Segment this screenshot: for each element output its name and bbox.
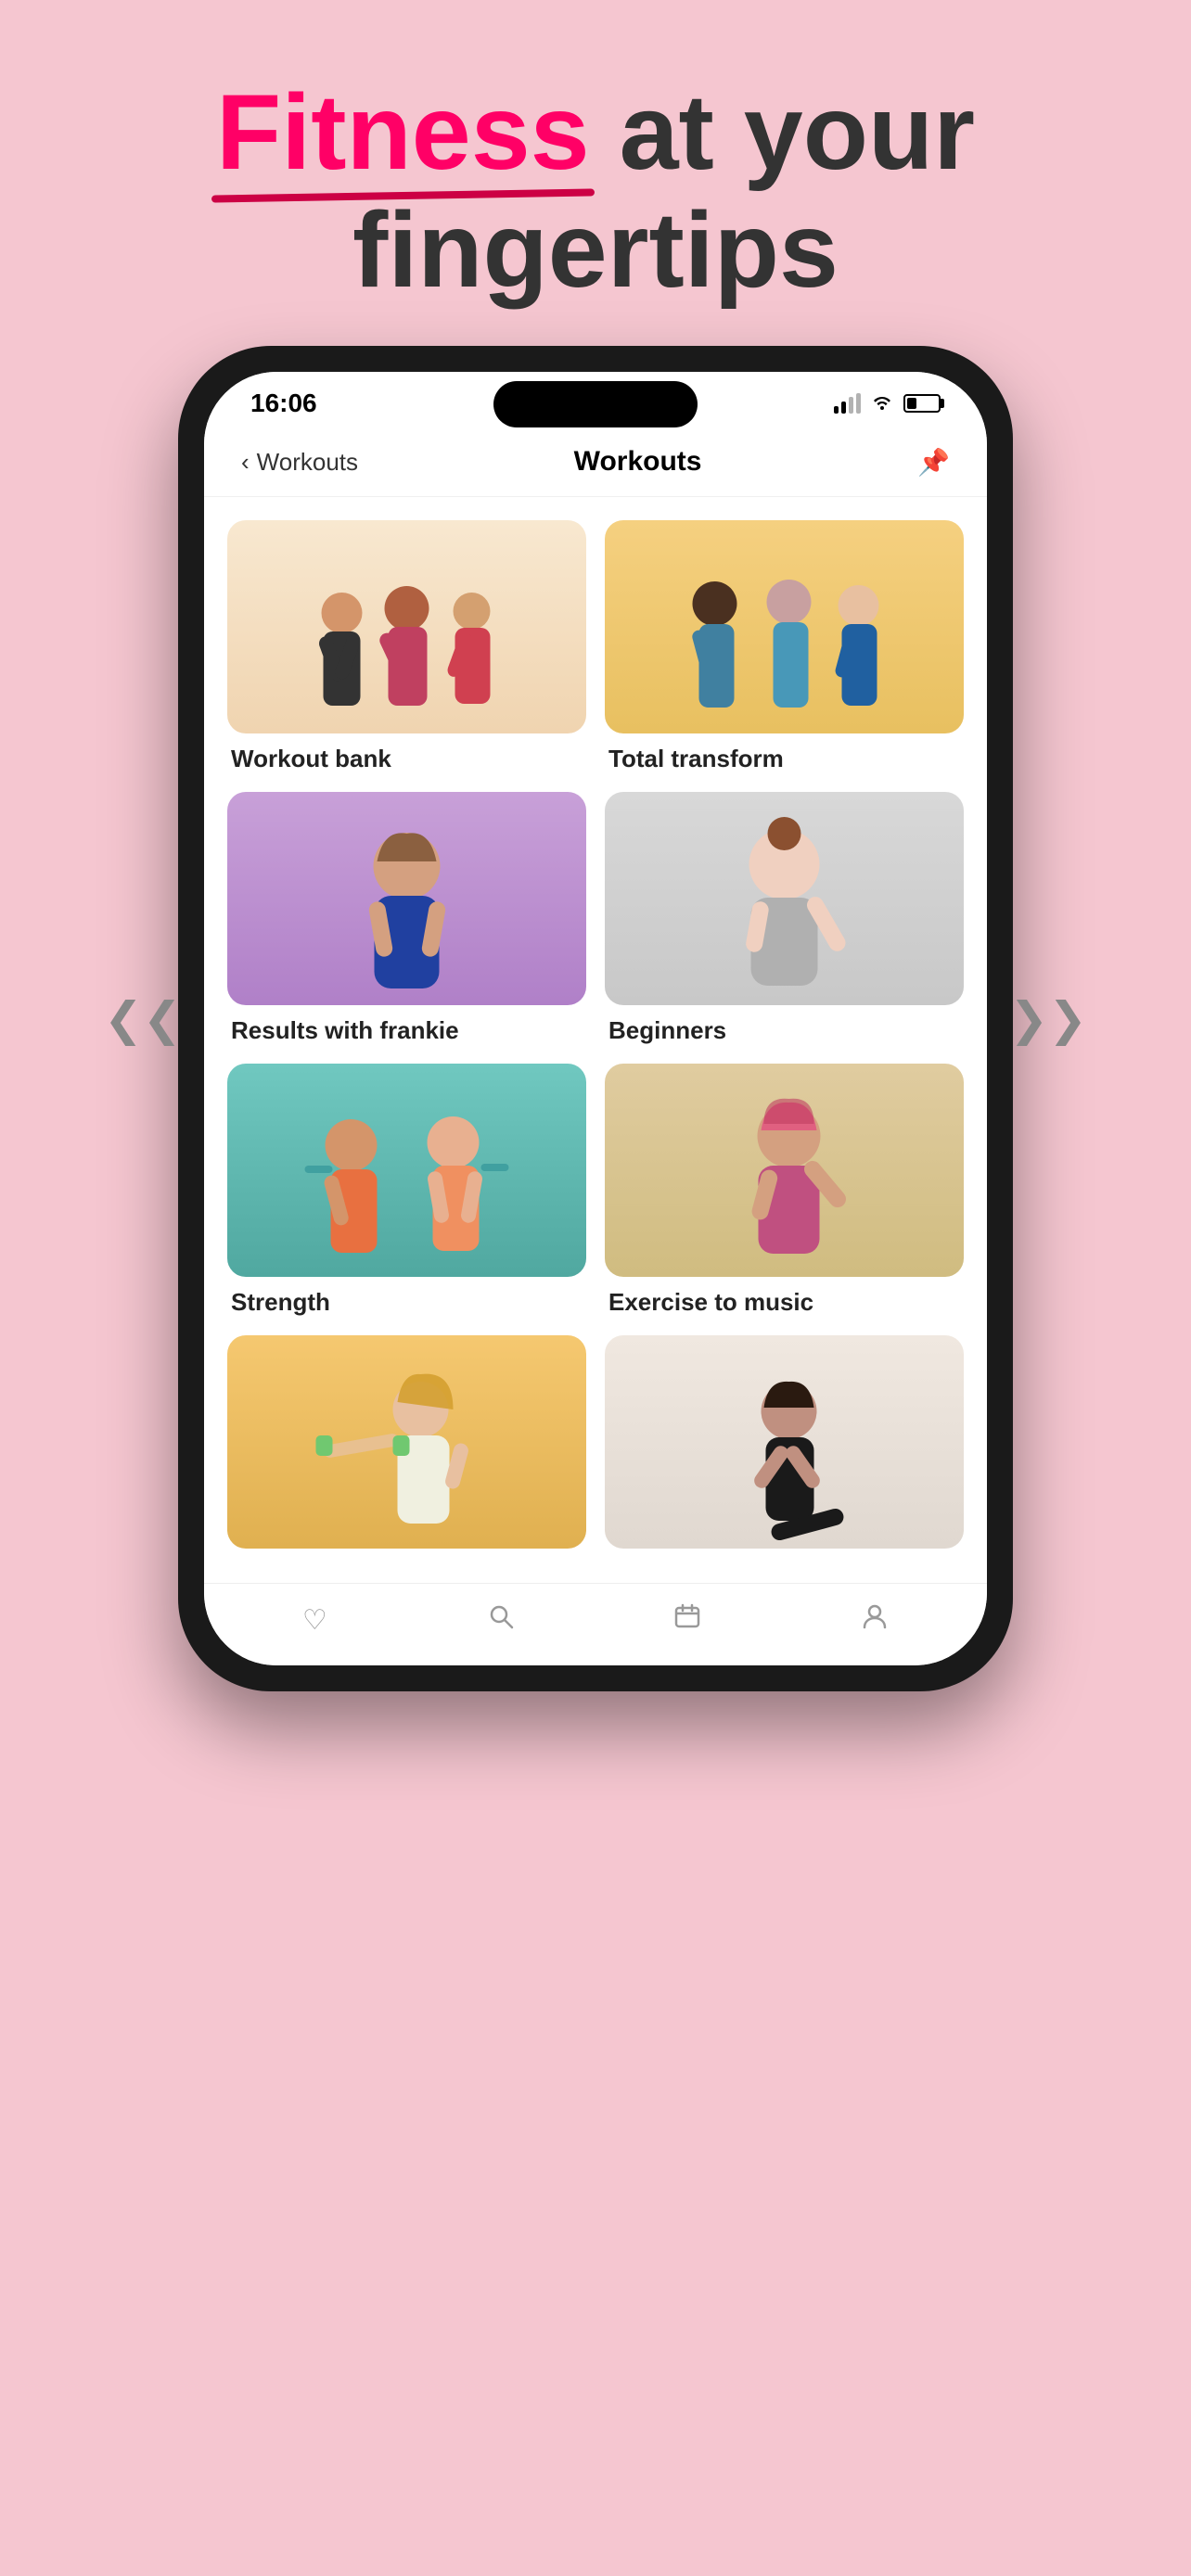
workout-card-2[interactable]: Total transform xyxy=(605,520,964,773)
hero-plain-text: at your xyxy=(620,73,975,192)
profile-icon xyxy=(861,1602,889,1638)
workout-label-1: Workout bank xyxy=(227,745,586,773)
workout-label-2: Total transform xyxy=(605,745,964,773)
back-button[interactable]: ‹ Workouts xyxy=(241,448,358,477)
bottom-nav-search[interactable] xyxy=(487,1602,515,1638)
workout-image-4 xyxy=(605,792,964,1005)
workout-label-5: Strength xyxy=(227,1288,586,1317)
arrow-right-icon[interactable]: ❯❯ xyxy=(1009,992,1087,1046)
hero-accent-word: Fitness xyxy=(216,74,590,192)
chevron-left-icon: ‹ xyxy=(241,448,250,477)
workout-label-6: Exercise to music xyxy=(605,1288,964,1317)
calendar-icon xyxy=(673,1602,701,1638)
workout-image-7 xyxy=(227,1335,586,1549)
bottom-nav-profile[interactable] xyxy=(861,1602,889,1638)
workout-image-5 xyxy=(227,1064,586,1277)
status-bar: 16:06 xyxy=(204,372,987,427)
workout-card-6[interactable]: Exercise to music xyxy=(605,1064,964,1317)
workout-image-1 xyxy=(227,520,586,733)
hero-line1: Fitness at your xyxy=(56,74,1135,192)
phone-frame: 16:06 xyxy=(178,346,1013,1691)
status-time: 16:06 xyxy=(250,389,317,418)
home-heart-icon: ♡ xyxy=(302,1604,327,1637)
app-nav-bar: ‹ Workouts Workouts 📌 xyxy=(204,427,987,497)
status-icons xyxy=(834,391,941,415)
workout-grid: Workout bank xyxy=(204,497,987,1583)
signal-icon xyxy=(834,393,861,414)
workout-label-4: Beginners xyxy=(605,1016,964,1045)
workout-image-6 xyxy=(605,1064,964,1277)
nav-title: Workouts xyxy=(574,446,702,478)
bottom-nav-calendar[interactable] xyxy=(673,1602,701,1638)
arrow-left-icon[interactable]: ❮❮ xyxy=(104,992,182,1046)
pin-icon[interactable]: 📌 xyxy=(917,447,950,478)
hero-line2: fingertips xyxy=(56,192,1135,310)
bottom-nav: ♡ xyxy=(204,1583,987,1665)
workout-image-3 xyxy=(227,792,586,1005)
battery-icon xyxy=(903,394,941,413)
wifi-icon xyxy=(872,391,892,415)
bottom-nav-home[interactable]: ♡ xyxy=(302,1604,327,1637)
workout-card-5[interactable]: Strength xyxy=(227,1064,586,1317)
workout-image-8 xyxy=(605,1335,964,1549)
hero-section: Fitness at your fingertips xyxy=(0,0,1191,346)
phone-wrapper: ❮❮ ❯❯ 16:06 xyxy=(178,346,1013,1691)
search-icon xyxy=(487,1602,515,1638)
workout-card-1[interactable]: Workout bank xyxy=(227,520,586,773)
back-label: Workouts xyxy=(257,448,358,477)
phone-notch xyxy=(493,381,698,427)
workout-label-3: Results with frankie xyxy=(227,1016,586,1045)
workout-card-8[interactable] xyxy=(605,1335,964,1560)
workout-card-4[interactable]: Beginners xyxy=(605,792,964,1045)
workout-card-7[interactable] xyxy=(227,1335,586,1560)
workout-card-3[interactable]: Results with frankie xyxy=(227,792,586,1045)
phone-screen: 16:06 xyxy=(204,372,987,1665)
workout-image-2 xyxy=(605,520,964,733)
